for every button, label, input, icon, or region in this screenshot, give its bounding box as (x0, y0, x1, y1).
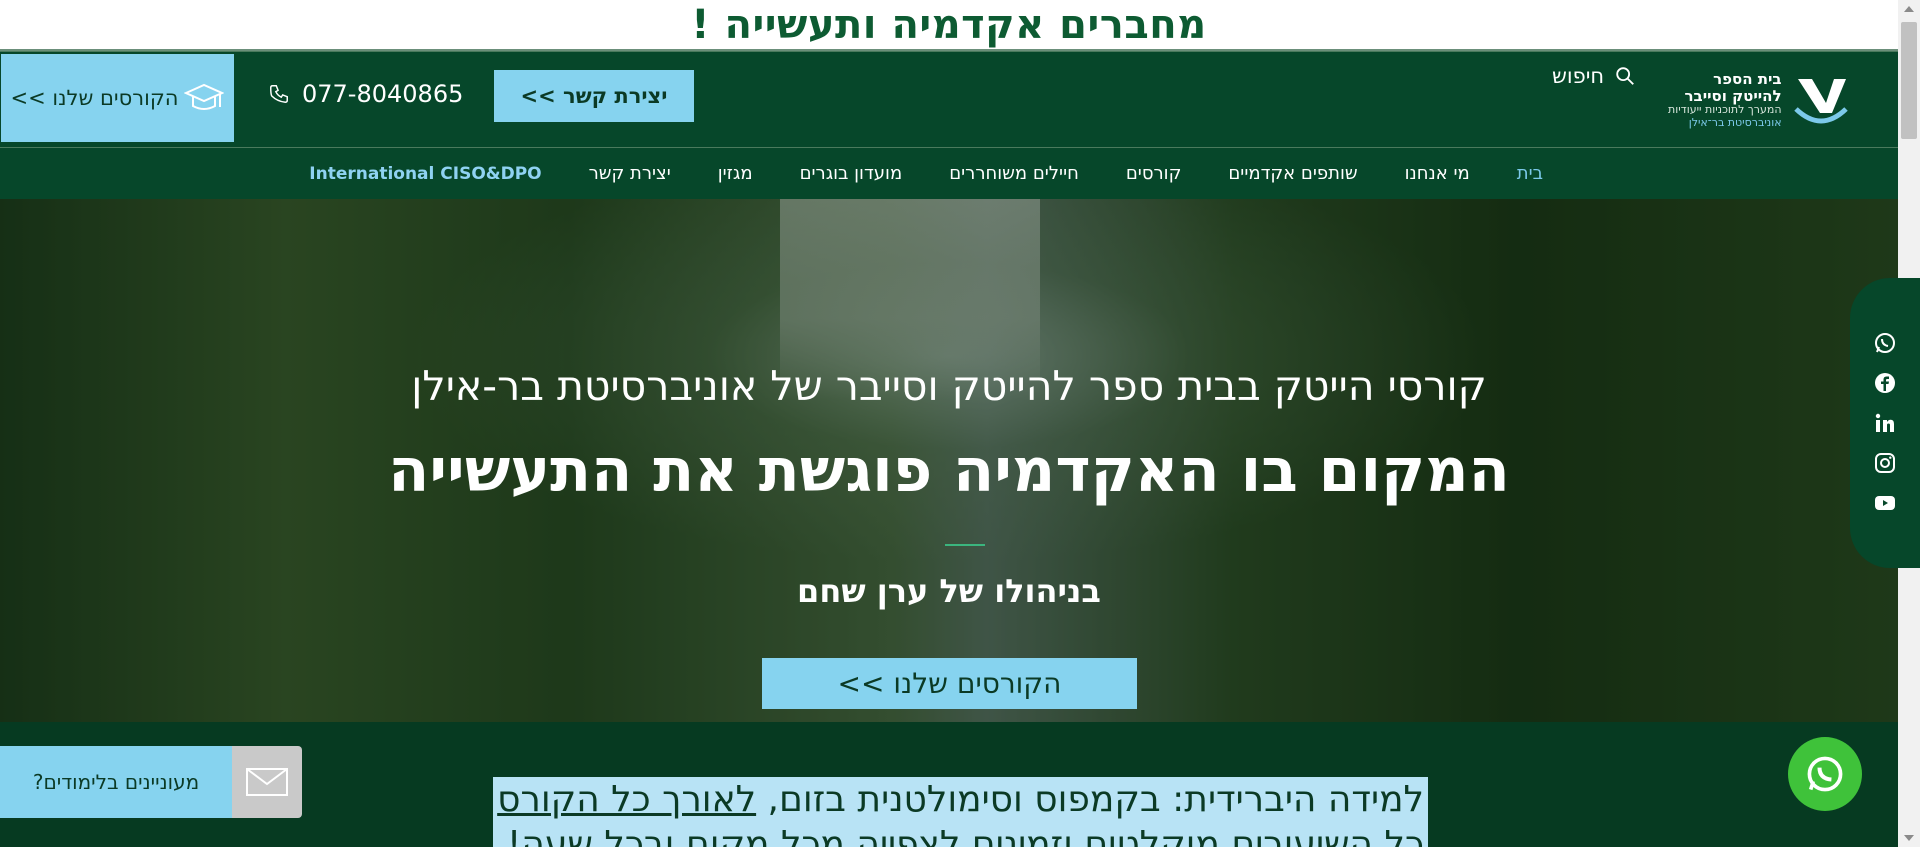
hero-divider (945, 544, 985, 546)
courses-cta-label: הקורסים שלנו >> (10, 86, 179, 110)
whatsapp-float-button[interactable] (1788, 737, 1862, 811)
graduation-cap-icon (184, 83, 225, 110)
courses-cta-button[interactable]: הקורסים שלנו >> (1, 54, 234, 142)
logo-line-4: אוניברסיטת בר־אילן (1688, 115, 1782, 129)
logo-line-1: בית הספר (1713, 70, 1782, 89)
phone-icon (270, 85, 288, 103)
nav-item-partners[interactable]: שותפים אקדמיים (1228, 163, 1357, 184)
logo-line-2: להייטק וסייבר (1684, 86, 1782, 105)
nav-item-international[interactable]: International CISO&DPO (309, 164, 541, 184)
hybrid-learning-line-2: כל השיעורים מוקלטים וזמינים לצפייה מכל מ… (493, 822, 1428, 847)
hero-subtitle: קורסי הייטק בבית ספר להייטק וסייבר של או… (411, 362, 1487, 410)
university-logo-icon (1793, 79, 1848, 124)
logo-line-3: המערך לתוכניות ייעודיות (1668, 103, 1782, 117)
phone-number: 077-8040865 (302, 80, 464, 108)
scroll-up-arrow-icon[interactable] (1904, 6, 1914, 12)
interest-contact-widget[interactable]: מעוניינים בלימודים? (0, 746, 302, 818)
phone-contact[interactable]: 077-8040865 (268, 80, 463, 108)
nav-item-contact[interactable]: יצירת קשר (589, 163, 671, 184)
whatsapp-icon (1807, 756, 1843, 792)
scroll-down-arrow-icon[interactable] (1904, 835, 1914, 841)
hero-courses-button[interactable]: הקורסים שלנו >> (762, 658, 1137, 709)
hero-author: בניהולו של ערן שחם (797, 572, 1101, 610)
nav-item-magazine[interactable]: מגזין (718, 163, 753, 184)
search-icon (1616, 67, 1635, 85)
whatsapp-icon[interactable] (1873, 331, 1897, 355)
hybrid-learning-line-1: למידה היברידית: בקמפוס וסימולטנית בזום, … (493, 777, 1428, 823)
nav-item-about[interactable]: מי אנחנו (1405, 163, 1470, 184)
hero-title: המקום בו האקדמיה פוגשת את התעשייה (388, 436, 1510, 506)
top-banner: מחברים אקדמיה ותעשייה ! (0, 0, 1898, 51)
facebook-icon[interactable] (1873, 371, 1897, 395)
social-sidebar (1850, 278, 1920, 568)
envelope-icon (232, 746, 302, 818)
hybrid-learning-text: למידה היברידית: בקמפוס וסימולטנית בזום, (756, 779, 1424, 820)
hybrid-learning-link[interactable]: לאורך כל הקורס (497, 779, 756, 820)
banner-title: מחברים אקדמיה ותעשייה ! (691, 1, 1207, 48)
hero-section: קורסי הייטק בבית ספר להייטק וסייבר של או… (0, 199, 1898, 722)
nav-item-veterans[interactable]: חיילים משוחררים (949, 163, 1079, 184)
youtube-icon[interactable] (1873, 491, 1897, 515)
search-label: חיפוש (1552, 64, 1605, 88)
site-header: הקורסים שלנו >> 077-8040865 יצירת קשר >>… (0, 51, 1898, 148)
instagram-icon[interactable] (1873, 451, 1897, 475)
linkedin-icon[interactable] (1873, 411, 1897, 435)
nav-item-home[interactable]: בית (1517, 163, 1543, 184)
main-nav: בית מי אנחנו שותפים אקדמיים קורסים חיילי… (0, 148, 1898, 199)
nav-item-alumni[interactable]: מועדון בוגרים (800, 163, 903, 184)
search-button[interactable]: חיפוש (1552, 64, 1636, 88)
scrollbar-thumb[interactable] (1901, 22, 1917, 139)
site-logo[interactable]: בית הספר להייטק וסייבר המערך לתוכניות יי… (1668, 64, 1876, 136)
logo-text: בית הספר להייטק וסייבר המערך לתוכניות יי… (1668, 71, 1782, 128)
interest-label: מעוניינים בלימודים? (0, 746, 232, 818)
nav-item-courses[interactable]: קורסים (1126, 163, 1182, 184)
contact-button[interactable]: יצירת קשר >> (494, 70, 694, 122)
